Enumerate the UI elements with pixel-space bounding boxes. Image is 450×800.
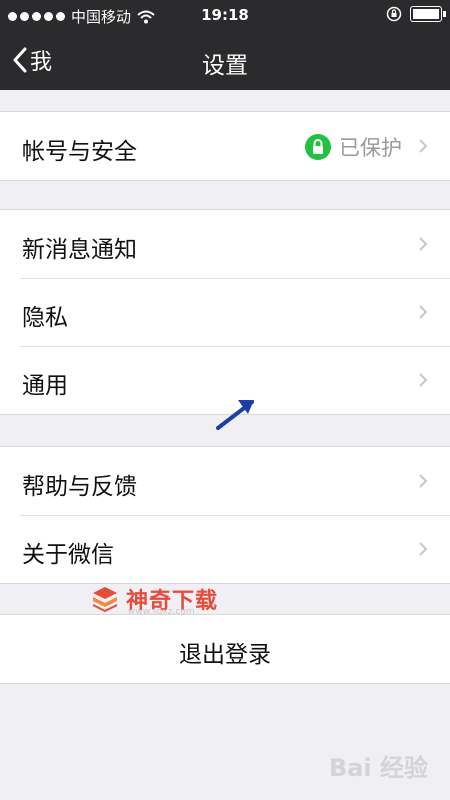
- protection-status-text: 已保护: [339, 136, 402, 160]
- logout-button[interactable]: 退出登录: [0, 614, 450, 684]
- chevron-right-icon: [419, 542, 428, 556]
- about-row[interactable]: 关于微信: [0, 515, 450, 583]
- privacy-row[interactable]: 隐私: [0, 278, 450, 346]
- settings-group-account: 帐号与安全 已保护: [0, 111, 450, 181]
- navigation-bar: 我 设置: [0, 30, 450, 90]
- status-right: [386, 6, 446, 22]
- notifications-row[interactable]: 新消息通知: [0, 210, 450, 278]
- chevron-right-icon: [419, 237, 428, 251]
- settings-group-help: 帮助与反馈 关于微信: [0, 446, 450, 584]
- notifications-label: 新消息通知: [22, 237, 137, 263]
- account-security-label: 帐号与安全: [22, 139, 137, 165]
- account-security-row[interactable]: 帐号与安全 已保护: [0, 112, 450, 180]
- annotation-arrow-icon: [216, 400, 254, 430]
- chevron-right-icon: [419, 305, 428, 319]
- rotation-lock-icon: [386, 6, 402, 22]
- chevron-right-icon: [419, 139, 428, 153]
- logout-label: 退出登录: [179, 642, 271, 668]
- about-label: 关于微信: [22, 542, 114, 568]
- brand-watermark: 神奇下载 www.sqxz.com: [90, 583, 218, 617]
- protection-status: 已保护: [305, 132, 402, 162]
- baidu-watermark: Bai 经验: [328, 754, 428, 782]
- status-bar: 中国移动 19:18: [0, 0, 450, 30]
- help-feedback-row[interactable]: 帮助与反馈: [0, 447, 450, 515]
- chevron-right-icon: [419, 474, 428, 488]
- battery-icon: [410, 6, 446, 22]
- help-feedback-label: 帮助与反馈: [22, 474, 137, 500]
- privacy-label: 隐私: [22, 305, 68, 331]
- page-title: 设置: [202, 53, 248, 79]
- general-label: 通用: [22, 373, 68, 399]
- settings-group-general: 新消息通知 隐私 通用: [0, 209, 450, 415]
- lock-icon: [305, 134, 331, 160]
- chevron-right-icon: [419, 373, 428, 387]
- brand-logo-icon: [92, 587, 118, 613]
- status-time: 19:18: [201, 6, 249, 24]
